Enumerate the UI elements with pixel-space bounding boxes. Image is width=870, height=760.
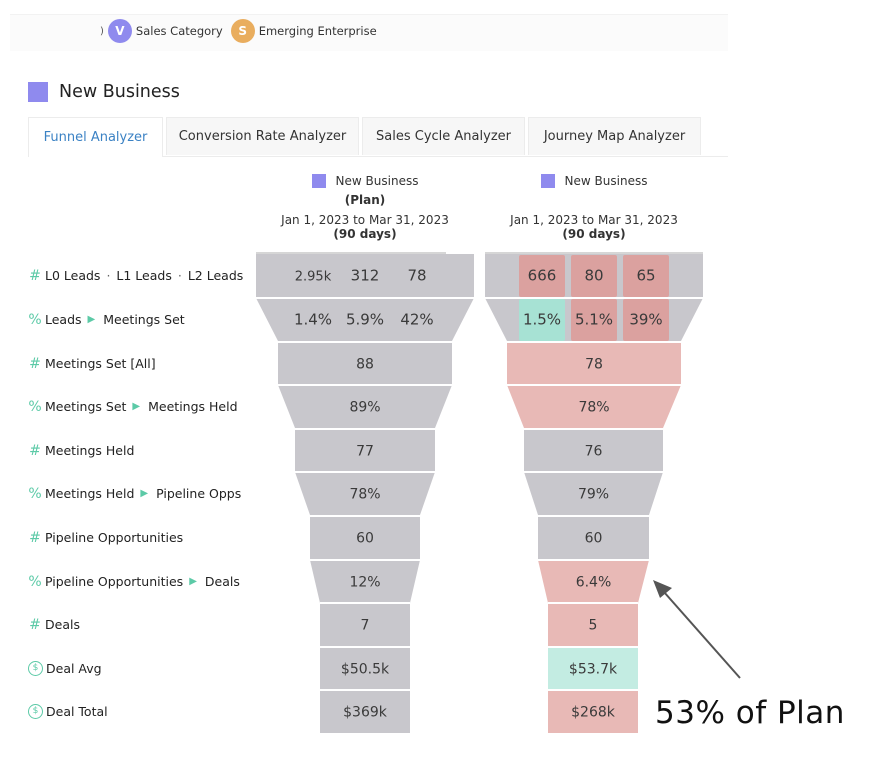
annotation-text: 53% of Plan xyxy=(655,695,845,731)
annotation-arrow xyxy=(653,580,741,679)
actual-value-2: 78 xyxy=(585,357,603,373)
actual-value-5: 79% xyxy=(578,487,609,503)
plan-funnel: 2.95k 312 78 1.4% 5.9% 42% 88 89% 77 78% 60 12% 7 $50… xyxy=(256,254,474,733)
actual-value-7: 6.4% xyxy=(576,575,612,591)
annotation-arrow-head xyxy=(653,580,672,598)
plan-value-7: 12% xyxy=(349,575,380,591)
actual-value-6: 60 xyxy=(585,531,603,547)
actual-value-8: 5 xyxy=(589,618,598,634)
annotation-arrow-line xyxy=(663,591,741,679)
funnel-charts: 2.95k 312 78 1.4% 5.9% 42% 88 89% 77 78% 60 12% 7 $50… xyxy=(256,254,741,733)
actual-value-0-2: 65 xyxy=(636,267,655,285)
plan-value-1-1: 5.9% xyxy=(346,311,384,329)
plan-value-6: 60 xyxy=(356,531,374,547)
plan-value-1-2: 42% xyxy=(400,311,433,329)
plan-value-2: 88 xyxy=(356,357,374,373)
actual-value-1-0: 1.5% xyxy=(523,311,561,329)
actual-value-1-1: 5.1% xyxy=(575,311,613,329)
actual-value-0-0: 666 xyxy=(528,267,557,285)
actual-value-9: $53.7k xyxy=(569,662,618,678)
plan-value-4: 77 xyxy=(356,444,374,460)
plan-value-9: $50.5k xyxy=(341,662,390,678)
plan-value-0-1: 312 xyxy=(351,267,380,285)
actual-value-4: 76 xyxy=(585,444,603,460)
actual-value-3: 78% xyxy=(578,400,609,416)
actual-funnel: 666 80 65 1.5% 5.1% 39% 78 78% 76 79% 60 6.4% 5 $53.7… xyxy=(485,254,703,733)
plan-value-5: 78% xyxy=(349,487,380,503)
plan-value-0-0: 2.95k xyxy=(295,270,332,285)
plan-value-0-2: 78 xyxy=(407,267,426,285)
actual-value-10: $268k xyxy=(571,705,616,721)
plan-value-8: 7 xyxy=(361,618,370,634)
plan-value-10: $369k xyxy=(343,705,388,721)
actual-value-0-1: 80 xyxy=(584,267,603,285)
plan-value-3: 89% xyxy=(349,400,380,416)
plan-value-1-0: 1.4% xyxy=(294,311,332,329)
actual-value-1-2: 39% xyxy=(629,311,662,329)
